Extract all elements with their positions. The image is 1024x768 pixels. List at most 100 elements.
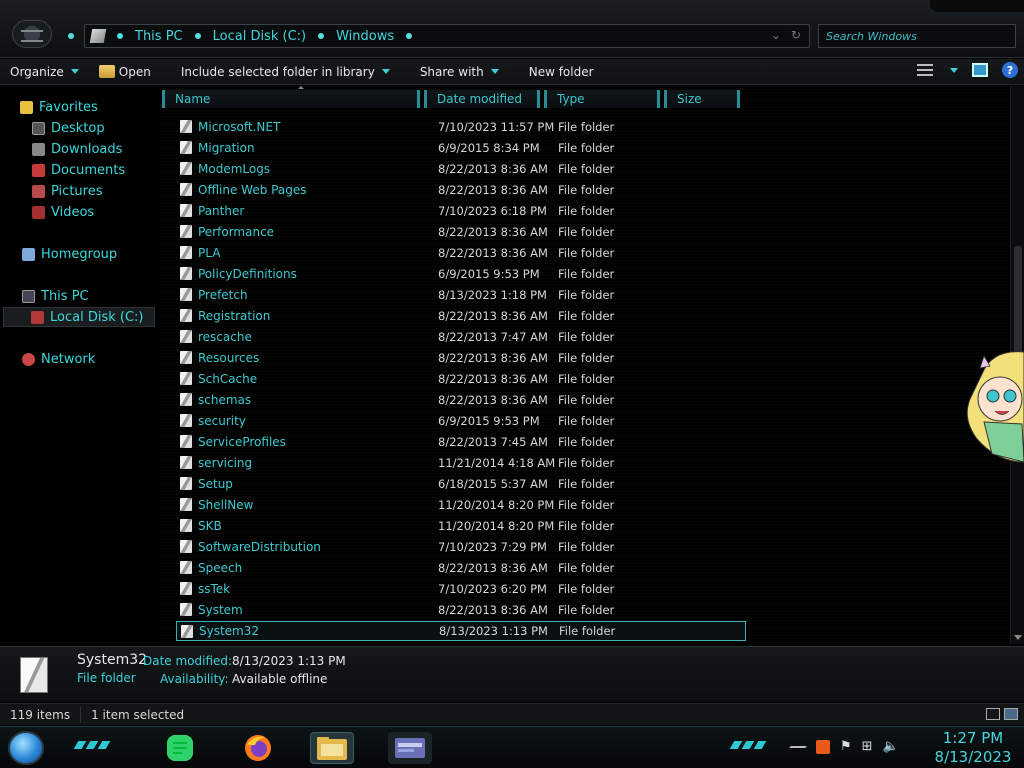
file-type: File folder xyxy=(559,624,616,638)
file-date: 8/22/2013 8:36 AM xyxy=(438,183,548,197)
taskbar-app-window[interactable] xyxy=(388,732,432,764)
breadcrumb-separator-icon[interactable] xyxy=(318,33,325,39)
change-view-icon[interactable] xyxy=(917,64,933,76)
file-name: schemas xyxy=(198,393,252,407)
search-input[interactable]: Search Windows xyxy=(818,24,1016,48)
back-forward-icon[interactable] xyxy=(12,20,52,48)
table-row[interactable]: System 8/22/2013 8:36 AM File folder xyxy=(176,600,746,620)
file-date: 11/20/2014 8:20 PM xyxy=(438,519,555,533)
details-view-icon[interactable] xyxy=(986,708,1000,720)
table-row[interactable]: servicing 11/21/2014 4:18 AM File folder xyxy=(176,453,746,473)
table-row[interactable]: schemas 8/22/2013 8:36 AM File folder xyxy=(176,390,746,410)
help-icon[interactable]: ? xyxy=(1002,62,1018,78)
explorer-folder-icon xyxy=(98,65,115,78)
network-tray-icon[interactable]: ⊞ xyxy=(862,739,873,754)
table-row[interactable]: ModemLogs 8/22/2013 8:36 AM File folder xyxy=(176,159,746,179)
column-header-type[interactable]: Type xyxy=(544,90,660,108)
table-row[interactable]: PLA 8/22/2013 8:36 AM File folder xyxy=(176,243,746,263)
table-row[interactable]: Setup 6/18/2015 5:37 AM File folder xyxy=(176,474,746,494)
nav-pictures-label: Pictures xyxy=(51,183,103,199)
table-row[interactable]: System32 8/13/2023 1:13 PM File folder xyxy=(176,621,746,641)
taskbar-clock[interactable]: 1:27 PM 8/13/2023 xyxy=(930,729,1016,767)
tray-app-icon[interactable] xyxy=(816,739,830,754)
table-row[interactable]: PolicyDefinitions 6/9/2015 9:53 PM File fo… xyxy=(176,264,746,284)
recent-locations-icon[interactable] xyxy=(68,33,74,39)
breadcrumb-separator-icon[interactable] xyxy=(117,33,123,39)
folder-icon xyxy=(20,657,48,693)
table-row[interactable]: Speech 8/22/2013 8:36 AM File folder xyxy=(176,558,746,578)
column-header-size[interactable]: Size xyxy=(664,90,740,108)
nav-this-pc[interactable]: This PC xyxy=(22,286,89,306)
table-row[interactable]: Panther 7/10/2023 6:18 PM File folder xyxy=(176,201,746,221)
column-header-date[interactable]: Date modified xyxy=(424,90,540,108)
include-in-library-button[interactable]: Include selected folder in library xyxy=(171,65,400,79)
breadcrumb-this-pc[interactable]: This PC xyxy=(135,29,183,44)
nav-favorites[interactable]: Favorites xyxy=(20,97,98,117)
table-row[interactable]: ShellNew 11/20/2014 8:20 PM File folder xyxy=(176,495,746,515)
address-bar[interactable]: This PC Local Disk (C:) Windows ⌄ ↻ xyxy=(84,24,810,48)
taskbar-file-explorer[interactable] xyxy=(310,732,354,764)
breadcrumb-separator-icon[interactable] xyxy=(194,33,201,39)
nav-pictures[interactable]: Pictures xyxy=(32,181,102,201)
nav-documents[interactable]: Documents xyxy=(32,160,125,180)
view-options-chevron-icon[interactable] xyxy=(950,67,958,73)
file-type: File folder xyxy=(558,435,615,449)
nav-downloads[interactable]: Downloads xyxy=(32,139,122,159)
nav-downloads-label: Downloads xyxy=(51,141,123,157)
file-list: Name Date modified Type Size Microsoft.N… xyxy=(160,86,1010,644)
table-row[interactable]: Performance 8/22/2013 8:36 AM File folder xyxy=(176,222,746,242)
organize-button[interactable]: Organize xyxy=(0,65,89,79)
taskbar-notes-app[interactable] xyxy=(158,732,202,764)
file-type: File folder xyxy=(558,330,615,344)
table-row[interactable]: Microsoft.NET 7/10/2023 11:57 PM File fold… xyxy=(176,117,746,137)
file-type: File folder xyxy=(558,498,615,512)
table-row[interactable]: Prefetch 8/13/2023 1:18 PM File folder xyxy=(176,285,746,305)
share-with-button[interactable]: Share with xyxy=(410,65,509,79)
table-row[interactable]: Registration 8/22/2013 8:36 AM File folder xyxy=(176,306,746,326)
nav-videos[interactable]: Videos xyxy=(32,202,94,222)
file-name: Microsoft.NET xyxy=(198,120,281,134)
nav-desktop[interactable]: Desktop xyxy=(32,118,105,138)
file-type: File folder xyxy=(558,351,615,365)
table-row[interactable]: SKB 11/20/2014 8:20 PM File folder xyxy=(176,516,746,536)
table-row[interactable]: SchCache 8/22/2013 8:36 AM File folder xyxy=(176,369,746,389)
table-row[interactable]: Offline Web Pages 8/22/2013 8:36 AM File f… xyxy=(176,180,746,200)
file-type: File folder xyxy=(558,120,615,134)
table-row[interactable]: SoftwareDistribution 7/10/2023 7:29 PM Fil… xyxy=(176,537,746,557)
address-dropdown-icon[interactable]: ⌄ xyxy=(771,28,781,42)
computer-icon xyxy=(22,289,35,303)
breadcrumb-local-disk[interactable]: Local Disk (C:) xyxy=(213,29,306,44)
nav-local-disk[interactable]: Local Disk (C:) xyxy=(3,307,155,327)
refresh-icon[interactable]: ↻ xyxy=(791,28,801,42)
taskbar-firefox[interactable] xyxy=(236,732,280,764)
new-folder-button[interactable]: New folder xyxy=(519,65,604,79)
start-orb-icon[interactable] xyxy=(8,731,44,765)
nav-homegroup[interactable]: Homegroup xyxy=(22,244,117,264)
breadcrumb-windows[interactable]: Windows xyxy=(336,29,394,44)
file-type: File folder xyxy=(558,603,615,617)
table-row[interactable]: rescache 8/22/2013 7:47 AM File folder xyxy=(176,327,746,347)
file-date: 6/9/2015 9:53 PM xyxy=(438,414,540,428)
open-button[interactable]: Open xyxy=(89,65,161,79)
breadcrumb-separator-icon[interactable] xyxy=(406,33,413,39)
scroll-down-icon[interactable] xyxy=(1014,635,1022,640)
file-name: System32 xyxy=(199,624,260,638)
nav-network[interactable]: Network xyxy=(22,349,95,369)
column-header-name[interactable]: Name xyxy=(162,90,420,108)
folder-icon xyxy=(180,477,192,490)
table-row[interactable]: ServiceProfiles 8/22/2013 7:45 AM File fol… xyxy=(176,432,746,452)
table-row[interactable]: Migration 6/9/2015 8:34 PM File folder xyxy=(176,138,746,158)
show-hidden-icons-icon[interactable] xyxy=(789,745,807,748)
large-icons-view-icon[interactable] xyxy=(1004,708,1018,720)
volume-icon[interactable]: 🔈 xyxy=(883,739,899,754)
folder-icon xyxy=(180,393,192,406)
file-type: File folder xyxy=(558,540,615,554)
preview-pane-icon[interactable] xyxy=(972,63,988,77)
file-type: File folder xyxy=(558,183,615,197)
file-type: File folder xyxy=(558,246,615,260)
file-type: File folder xyxy=(558,204,615,218)
table-row[interactable]: ssTek 7/10/2023 6:20 PM File folder xyxy=(176,579,746,599)
table-row[interactable]: Resources 8/22/2013 8:36 AM File folder xyxy=(176,348,746,368)
table-row[interactable]: security 6/9/2015 9:53 PM File folder xyxy=(176,411,746,431)
flag-icon[interactable]: ⚑ xyxy=(840,739,852,754)
